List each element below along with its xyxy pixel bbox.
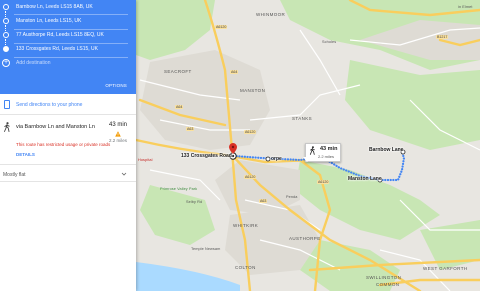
elevation-row[interactable]: Mostly flat — [0, 168, 136, 180]
add-icon[interactable]: + — [2, 59, 10, 67]
stop-row-3[interactable]: 77 Austhorpe Rd, Leeds LS15 8EQ, UK — [0, 29, 136, 41]
add-destination-row[interactable]: + Add destination — [0, 57, 136, 69]
route-option[interactable]: via Barnbow Ln and Manston Ln 43 min 2.2… — [0, 116, 136, 164]
directions-panel: Barnbow Ln, Leeds LS15 8AB, UK Manston L… — [0, 0, 136, 291]
stop-circle-icon — [3, 18, 9, 24]
walking-icon — [4, 122, 10, 132]
stop-row-1[interactable]: Barnbow Ln, Leeds LS15 8AB, UK — [0, 1, 136, 13]
route-distance: 2.2 miles — [108, 138, 127, 143]
stop-circle-icon — [3, 32, 9, 38]
phone-icon — [4, 100, 10, 109]
route-via-text: via Barnbow Ln and Manston Ln — [16, 124, 95, 130]
callout-duration: 43 min — [320, 146, 338, 152]
chevron-down-icon[interactable] — [121, 171, 127, 177]
marker-label-manston-lane[interactable]: Manston Lane — [348, 176, 382, 182]
marker-label-barnbow-lane[interactable]: Barnbow Lane — [369, 147, 403, 153]
add-destination-input[interactable]: Add destination — [16, 60, 50, 66]
send-to-phone-link[interactable]: Send directions to your phone — [16, 102, 82, 108]
route-warning-text: This route has restricted usage or priva… — [16, 142, 111, 147]
warning-icon — [115, 131, 121, 137]
marker-label-austhorpe[interactable]: orpe — [271, 156, 282, 162]
stop-row-2[interactable]: Manston Ln, Leeds LS15, UK — [0, 15, 136, 27]
options-button[interactable]: OPTIONS — [105, 83, 127, 88]
divider — [0, 164, 136, 165]
stop-3-text[interactable]: 77 Austhorpe Rd, Leeds LS15 8EQ, UK — [16, 32, 104, 38]
details-button[interactable]: DETAILS — [16, 152, 35, 157]
elevation-label: Mostly flat — [3, 172, 26, 178]
stop-1-text[interactable]: Barnbow Ln, Leeds LS15 8AB, UK — [16, 4, 93, 10]
walking-icon — [309, 146, 315, 155]
stop-4-text[interactable]: 133 Crossgates Rd, Leeds LS15, UK — [16, 46, 98, 52]
callout-pointer — [303, 157, 311, 162]
callout-distance: 2.2 miles — [318, 154, 335, 159]
stop-2-text[interactable]: Manston Ln, Leeds LS15, UK — [16, 18, 81, 24]
directions-header: Barnbow Ln, Leeds LS15 8AB, UK Manston L… — [0, 0, 136, 94]
route-duration: 43 min — [108, 122, 127, 128]
destination-pin-icon — [3, 46, 9, 52]
stop-circle-icon — [3, 4, 9, 10]
marker-label-crossgates-rd[interactable]: 133 Crossgates Road — [181, 153, 232, 159]
send-to-phone-row[interactable]: Send directions to your phone — [0, 96, 136, 113]
stop-row-4[interactable]: 133 Crossgates Rd, Leeds LS15, UK — [0, 43, 136, 55]
divider — [0, 114, 136, 115]
divider — [0, 181, 136, 182]
